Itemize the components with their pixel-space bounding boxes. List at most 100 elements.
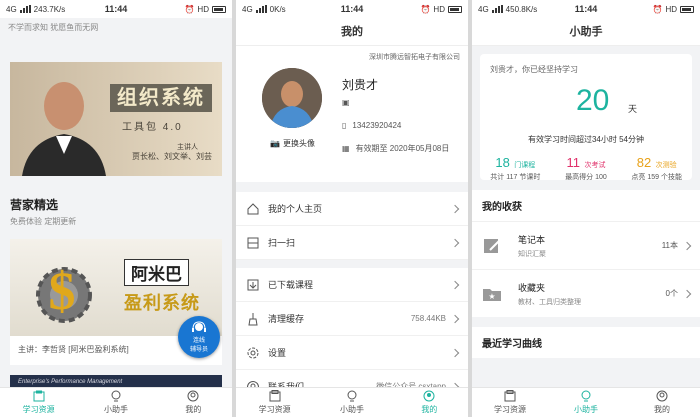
broom-icon — [248, 312, 258, 325]
menu-label: 已下载课程 — [268, 280, 314, 290]
fav-title: 收藏夹 — [518, 282, 546, 293]
fab-line2: 辅导员 — [189, 347, 208, 353]
favorite-notebook[interactable]: 笔记本 知识汇聚 11本 — [472, 221, 700, 269]
tab-bar: 学习资源 小助手 我的 — [236, 387, 468, 417]
divider — [236, 260, 468, 268]
gear-icon — [247, 347, 259, 358]
hd-indicator: HD — [433, 4, 445, 14]
slogan: 不学而求知 犹愿鱼而无网 — [0, 18, 232, 40]
book-icon — [269, 390, 281, 402]
tab-mine[interactable]: 我的 — [155, 388, 232, 417]
status-bar: 4G 0K/s 11:44 ⏰ HD — [236, 0, 468, 18]
page-title: 我的 — [236, 18, 468, 46]
headset-icon — [192, 321, 206, 332]
chevron-right-icon — [682, 289, 692, 298]
learning-resources-screen: 4G 243.7K/s 11:44 ⏰ HD 不学而求知 犹愿鱼而无网 组织系统 工… — [0, 0, 232, 417]
tab-assistant[interactable]: 小助手 — [313, 388, 390, 417]
stat-tests[interactable]: 82 次测验点亮 159 个技能 — [621, 154, 692, 182]
stat-num: 82 — [636, 155, 652, 170]
tab-assistant[interactable]: 小助手 — [548, 388, 624, 417]
menu-label: 清理缓存 — [268, 314, 305, 324]
book-icon — [33, 390, 45, 402]
hd-indicator: HD — [665, 4, 677, 14]
battery-icon — [680, 5, 694, 13]
section-title: 营家精选 — [10, 198, 59, 212]
avatar[interactable] — [262, 68, 322, 128]
phone-number: 13423920424 — [352, 121, 402, 130]
tab-learning-resources[interactable]: 学习资源 — [236, 388, 313, 417]
user-icon — [187, 390, 199, 402]
greeting: 刘贵才，你已经坚持学习 — [490, 65, 578, 74]
signal-icon — [19, 5, 31, 13]
tab-learning-resources[interactable]: 学习资源 — [0, 388, 77, 417]
chevron-right-icon — [450, 314, 460, 323]
signal-icon — [491, 5, 503, 13]
stat-desc: 点亮 159 个技能 — [631, 174, 682, 181]
expiry-row: ▦ 有效期至 2020年05月08日 — [342, 143, 449, 154]
bulb-icon — [581, 390, 591, 402]
curve-title: 最近学习曲线 — [472, 327, 700, 358]
net-speed: 0K/s — [269, 4, 286, 14]
tab-label: 小助手 — [339, 405, 364, 414]
clock: 11:44 — [104, 4, 128, 14]
signal-icon — [255, 5, 267, 13]
tab-label: 学习资源 — [258, 405, 291, 414]
favorite-collection[interactable]: ★ 收藏夹 教材、工具归类整理 0个 — [472, 269, 700, 317]
calendar-icon: ▦ — [342, 144, 350, 153]
chevron-right-icon — [450, 280, 460, 289]
tab-mine[interactable]: 我的 — [391, 388, 468, 417]
stat-courses[interactable]: 18 门课程 共计 117 节课时 — [480, 154, 551, 182]
scan-icon — [247, 237, 259, 248]
tab-mine[interactable]: 我的 — [624, 388, 700, 417]
menu-item-clear-cache[interactable]: 清理缓存 758.44KB — [236, 302, 468, 336]
lecturer-photo — [22, 82, 106, 176]
course-banner[interactable]: 组织系统 工具包 4.0 主讲人 贾长松、刘文举、刘芸 — [10, 62, 222, 176]
alarm-icon: ⏰ — [420, 4, 431, 14]
stat-unit: 次考试 — [584, 162, 606, 169]
chevron-right-icon — [450, 204, 460, 213]
tab-label: 我的 — [421, 405, 438, 414]
stat-unit: 次测验 — [655, 162, 677, 169]
camera-icon: 📷 — [270, 139, 280, 148]
fab-line1: 连线 — [192, 338, 205, 344]
assistant-screen: 4G 450.8K/s 11:44 ⏰ HD 小助手 刘贵才，你已经坚持学习 20 … — [472, 0, 700, 417]
section-subtitle: 免费体验 定期更新 — [10, 217, 77, 226]
home-icon — [247, 202, 259, 214]
phone-row: ▯ 13423920424 — [342, 121, 401, 130]
id-row: ▣ — [342, 98, 350, 107]
tab-bar: 学习资源 小助手 我的 — [0, 387, 232, 417]
alarm-icon: ⏰ — [652, 4, 663, 14]
stat-exams[interactable]: 11 次考试 最高得分 100 — [551, 154, 622, 182]
menu-item-settings[interactable]: 设置 — [236, 336, 468, 370]
profile-card: 深圳市腾远智拓电子有限公司 📷 更换头像 刘贵才 ▣ ▯ 13423920424 ▦… — [236, 46, 468, 182]
stat-num: 11 — [566, 155, 581, 170]
tab-label: 我的 — [654, 405, 670, 414]
fav-title: 笔记本 — [518, 234, 546, 245]
banner-subtitle: 工具包 4.0 — [122, 122, 183, 133]
tab-learning-resources[interactable]: 学习资源 — [472, 388, 548, 417]
fav-desc: 教材、工具归类整理 — [518, 298, 581, 306]
tab-assistant[interactable]: 小助手 — [77, 388, 154, 417]
menu-item-homepage[interactable]: 我的个人主页 — [236, 192, 468, 226]
my-screen: 4G 0K/s 11:44 ⏰ HD 我的 深圳市腾远智拓电子有限公司 📷 更换头像 … — [236, 0, 468, 417]
network-type: 4G — [242, 4, 253, 14]
tab-label: 小助手 — [103, 405, 128, 414]
contact-tutor-button[interactable]: 连线 辅导员 — [178, 316, 220, 358]
card-title-b: 盈利系统 — [124, 293, 200, 313]
tab-label: 学习资源 — [22, 405, 55, 414]
svg-text:$: $ — [49, 261, 76, 321]
organization: 深圳市腾远智拓电子有限公司 — [369, 54, 460, 61]
download-icon — [247, 279, 259, 290]
notebook-icon — [484, 238, 500, 253]
expiry-date: 有效期至 2020年05月08日 — [355, 144, 450, 153]
change-avatar-button[interactable]: 📷 更换头像 — [270, 138, 315, 149]
clock: 11:44 — [340, 4, 364, 14]
menu-item-downloads[interactable]: 已下载课程 — [236, 268, 468, 302]
stats-row: 18 门课程 共计 117 节课时 11 次考试 最高得分 100 82 次测验点亮… — [480, 154, 692, 182]
book-icon — [504, 390, 516, 402]
chevron-right-icon — [450, 238, 460, 247]
card-title-a: 阿米巴 — [124, 259, 189, 286]
net-speed: 450.8K/s — [505, 4, 538, 14]
menu-item-scan[interactable]: 扫一扫 — [236, 226, 468, 260]
menu-label: 我的个人主页 — [268, 204, 323, 214]
